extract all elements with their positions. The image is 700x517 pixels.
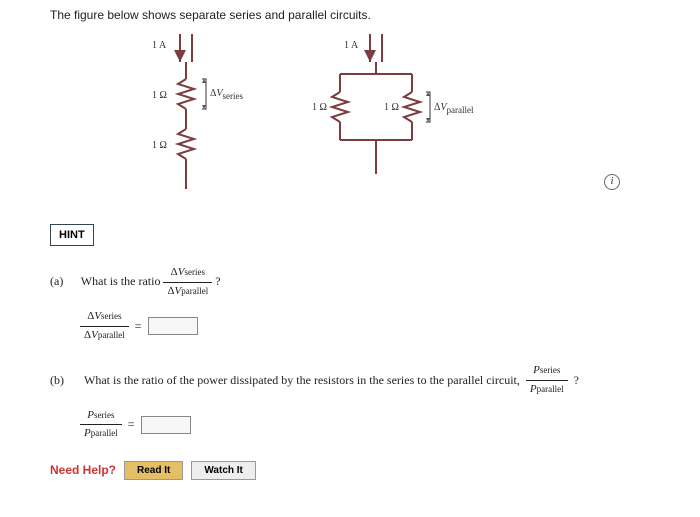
part-a-ratio-frac: ΔVseries ΔVparallel bbox=[163, 264, 212, 300]
need-help-label: Need Help? bbox=[50, 463, 116, 477]
need-help-row: Need Help? Read It Watch It bbox=[50, 461, 700, 480]
parallel-r1-label: 1 Ω bbox=[312, 102, 327, 113]
series-r2-label: 1 Ω bbox=[152, 140, 167, 151]
hint-button[interactable]: HINT bbox=[50, 224, 94, 246]
part-b-ratio-frac: Pseries Pparallel bbox=[526, 362, 568, 398]
svg-text:ΔVseries: ΔVseries bbox=[210, 88, 244, 101]
svg-text:ΔVparallel: ΔVparallel bbox=[434, 102, 474, 115]
intro-text: The figure below shows separate series a… bbox=[50, 8, 700, 22]
part-a: (a) What is the ratio ΔVseries ΔVparalle… bbox=[50, 264, 700, 344]
series-r1-label: 1 Ω bbox=[152, 90, 167, 101]
part-b-qmark: ? bbox=[574, 371, 579, 390]
read-it-button[interactable]: Read It bbox=[124, 461, 183, 480]
series-current-label: 1 A bbox=[152, 40, 167, 51]
part-a-qmark: ? bbox=[215, 274, 220, 288]
watch-it-button[interactable]: Watch It bbox=[191, 461, 256, 480]
parallel-current-label: 1 A bbox=[344, 40, 359, 51]
part-a-answer-frac: ΔVseries ΔVparallel bbox=[80, 308, 129, 344]
part-b-input[interactable] bbox=[141, 416, 191, 434]
part-b-answer-row: Pseries Pparallel = bbox=[80, 407, 700, 443]
series-circuit: 1 A 1 Ω 1 Ω ΔVseries bbox=[130, 34, 260, 204]
figure-area: 1 A 1 Ω 1 Ω ΔVseries 1 A 1 Ω bbox=[130, 34, 700, 204]
part-b: (b) What is the ratio of the power dissi… bbox=[50, 362, 700, 442]
part-a-answer-row: ΔVseries ΔVparallel = bbox=[80, 308, 700, 344]
part-b-label: (b) bbox=[50, 371, 78, 390]
part-a-input[interactable] bbox=[148, 317, 198, 335]
parallel-r2-label: 1 Ω bbox=[384, 102, 399, 113]
info-icon[interactable]: i bbox=[604, 174, 620, 190]
part-b-answer-frac: Pseries Pparallel bbox=[80, 407, 122, 443]
equals: = bbox=[135, 317, 142, 336]
part-a-question: What is the ratio bbox=[81, 274, 161, 288]
part-a-label: (a) bbox=[50, 272, 78, 291]
parallel-circuit: 1 A 1 Ω 1 Ω ΔVparallel bbox=[310, 34, 500, 204]
part-b-question: What is the ratio of the power dissipate… bbox=[84, 371, 520, 390]
equals-b: = bbox=[128, 415, 135, 434]
